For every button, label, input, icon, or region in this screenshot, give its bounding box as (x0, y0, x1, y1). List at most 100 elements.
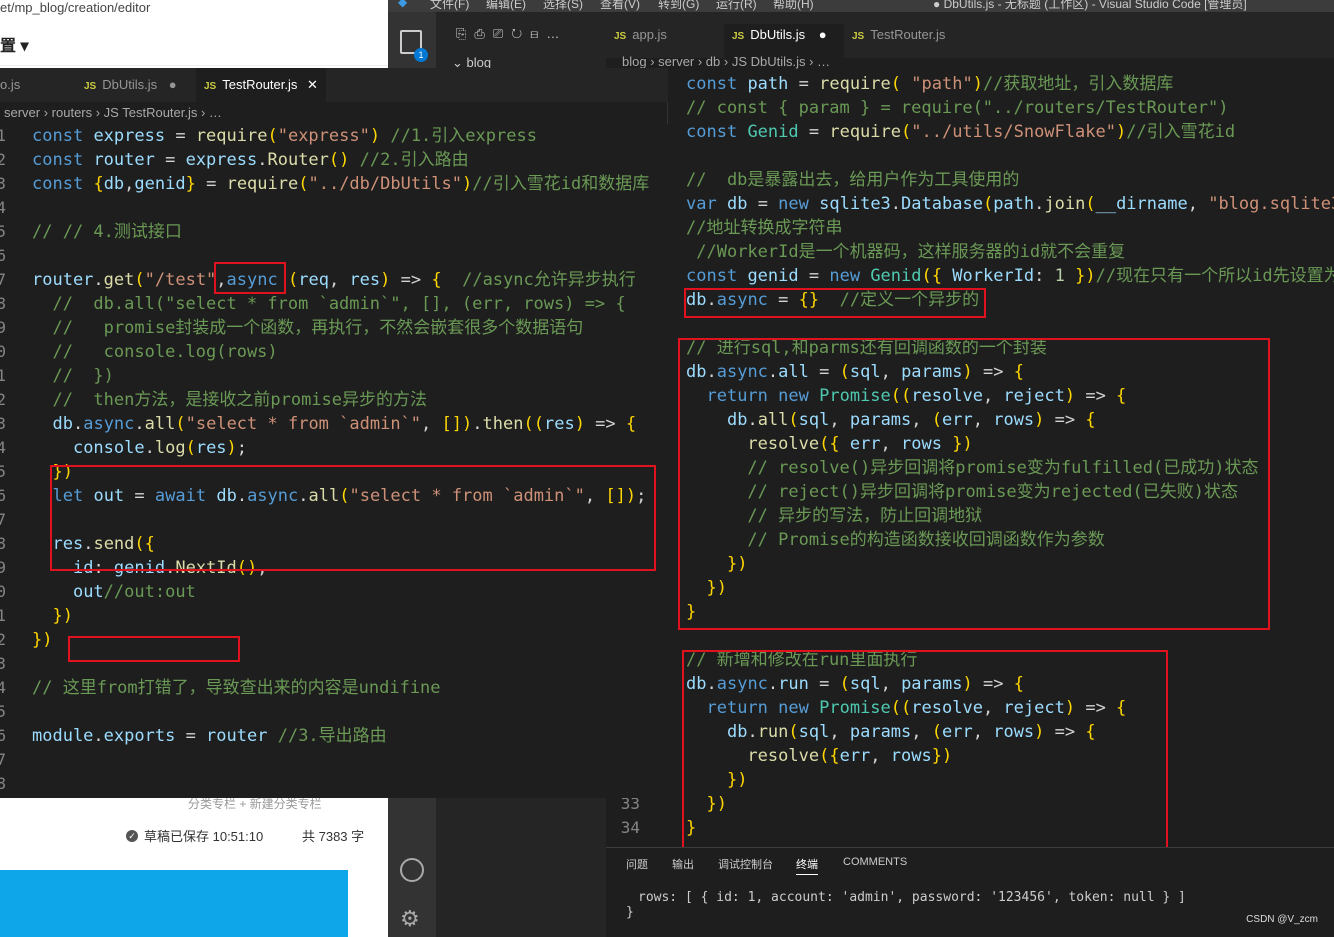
terminal-brace: } (626, 905, 634, 920)
tab-testrouter[interactable]: JS TestRouter.js (844, 24, 974, 58)
line-number: 2 (0, 630, 6, 649)
code-line: // promise封装成一个函数，再执行，不然会嵌套很多个数据语句 (52, 318, 584, 338)
js-file-icon: JS (614, 31, 627, 42)
code-line: // // 4.测试接口 (32, 222, 182, 242)
save-status-text: 草稿已保存 10:51:10 (144, 829, 264, 844)
line-number: 0 (0, 342, 6, 361)
unsaved-dot-icon[interactable]: ● (819, 27, 827, 42)
close-icon[interactable]: ✕ (307, 77, 318, 92)
vscode-window-left: o.js JS DbUtils.js ● JS TestRouter.js ✕ se… (0, 68, 668, 798)
code-line: const Genid = require("../utils/SnowFlak… (686, 122, 1236, 142)
tab-label: app.js (632, 27, 667, 42)
code-editor-left[interactable]: 1 2 3 4 5 6 7 8 9 0 1 2 3 4 5 6 7 8 9 0 1 2 3 4 5 6 7 8 const expre… (0, 124, 668, 798)
tab-appjs[interactable]: JS app.js (606, 24, 724, 58)
js-file-icon: JS (204, 81, 217, 92)
line-number: 6 (0, 486, 6, 505)
highlight-box (678, 338, 1270, 630)
line-number: 7 (0, 510, 6, 529)
tab-label: DbUtils.js (750, 27, 806, 42)
code-line: // db.all("select * from `admin`", [], (… (52, 294, 626, 314)
line-number: 1 (0, 606, 6, 625)
highlight-box (214, 262, 286, 294)
line-number: 6 (0, 246, 6, 265)
editor-tabs-left: o.js JS DbUtils.js ● JS TestRouter.js ✕ (0, 68, 668, 102)
bottom-panel: 问题 输出 调试控制台 终端 COMMENTS rows: [ { id: 1,… (606, 847, 1334, 937)
terminal-output[interactable]: rows: [ { id: 1, account: 'admin', passw… (626, 890, 1186, 920)
line-number: 8 (0, 774, 6, 793)
tab-problems[interactable]: 问题 (626, 856, 648, 872)
vscode-logo-icon: ◆ (398, 0, 408, 9)
code-line: const {db,genid} = require("../db/DbUtil… (32, 174, 650, 194)
code-line: const express = require("express") //1.引… (32, 126, 537, 146)
tab-testrouter-left[interactable]: JS TestRouter.js ✕ (196, 68, 326, 102)
line-number: 8 (0, 534, 6, 553)
line-number: 5 (0, 222, 6, 241)
line-number: 7 (0, 750, 6, 769)
line-number: 5 (0, 462, 6, 481)
tab-terminal[interactable]: 终端 (796, 856, 818, 875)
menu-edit[interactable]: 编辑(E) (486, 0, 526, 12)
tab-output[interactable]: 输出 (672, 856, 694, 872)
line-number: 1 (0, 126, 6, 145)
highlight-box (684, 288, 986, 318)
code-line: // then方法，是接收之前promise异步的方法 (52, 390, 428, 410)
line-number: 9 (0, 558, 6, 577)
code-line: //WorkerId是一个机器码，这样服务器的id就不会重复 (696, 242, 1126, 262)
editor-header[interactable]: 置 ▾ (0, 22, 388, 66)
code-line: out//out:out (72, 582, 196, 602)
code-line: const path = require( "path")//获取地址，引入数据… (686, 74, 1174, 94)
code-line: db.async.all("select * from `admin`", []… (52, 414, 637, 434)
menu-go[interactable]: 转到(G) (658, 0, 699, 12)
code-line: // db是暴露出去，给用户作为工具使用的 (686, 170, 1020, 190)
account-icon[interactable] (400, 858, 424, 882)
menu-select[interactable]: 选择(S) (543, 0, 583, 12)
menu-view[interactable]: 查看(V) (600, 0, 640, 12)
breadcrumb[interactable]: blog › server › db › JS DbUtils.js › … (606, 54, 1334, 72)
menu-bar: ◆ 文件(F) 编辑(E) 选择(S) 查看(V) 转到(G) 运行(R) 帮助… (388, 0, 1334, 12)
breadcrumb-left[interactable]: server › routers › JS TestRouter.js › … (0, 102, 668, 124)
tab-ojs[interactable]: o.js (0, 68, 70, 102)
line-number: 0 (0, 582, 6, 601)
menu-help[interactable]: 帮助(H) (773, 0, 814, 12)
address-bar[interactable]: et/mp_blog/creation/editor (0, 0, 388, 22)
code-line: module.exports = router //3.导出路由 (32, 726, 387, 746)
tab-dbutils-left[interactable]: JS DbUtils.js ● (76, 68, 196, 102)
tab-label: o.js (0, 77, 21, 92)
line-number: 9 (0, 318, 6, 337)
badge: 1 (414, 48, 428, 62)
line-number: 6 (0, 726, 6, 745)
line-number: 3 (0, 654, 6, 673)
check-circle-icon: ✓ (126, 829, 138, 842)
unsaved-dot-icon[interactable]: ● (169, 77, 177, 92)
line-number: 7 (0, 270, 6, 289)
line-number: 2 (0, 390, 6, 409)
line-number: 8 (0, 294, 6, 313)
menu-run[interactable]: 运行(R) (716, 0, 757, 12)
word-count: 共 7383 字 (302, 829, 365, 844)
gear-icon[interactable]: ⚙ (400, 906, 420, 932)
tab-comments[interactable]: COMMENTS (843, 856, 907, 868)
line-number: 2 (0, 150, 6, 169)
publish-area[interactable] (0, 870, 348, 937)
line-number: 5 (0, 702, 6, 721)
code-line: var db = new sqlite3.Database(path.join(… (686, 194, 1334, 214)
menu-file[interactable]: 文件(F) (430, 0, 469, 12)
tab-dbutils[interactable]: JS DbUtils.js ● (724, 24, 844, 58)
line-number: 4 (0, 438, 6, 457)
code-line: console.log(res); (72, 438, 248, 458)
code-line: // }) (52, 366, 114, 386)
code-editor-right[interactable]: 33 34 const path = require( "path")//获取地… (606, 72, 1334, 937)
line-number: 34 (620, 818, 640, 837)
save-status: ✓ 草稿已保存 10:51:10 (126, 826, 263, 845)
code-line: // console.log(rows) (52, 342, 278, 362)
window-title: ● DbUtils.js - 无标题 (工作区) - Visual Studio… (933, 0, 1247, 11)
watermark: CSDN @V_zcm (1246, 914, 1318, 925)
tab-debug-console[interactable]: 调试控制台 (718, 856, 773, 872)
highlight-box (68, 636, 240, 662)
js-file-icon: JS (852, 31, 865, 42)
tab-label: TestRouter.js (870, 27, 946, 42)
line-number: 3 (0, 414, 6, 433)
terminal-line: rows: [ { id: 1, account: 'admin', passw… (638, 890, 1186, 905)
code-line: const router = express.Router() //2.引入路由 (32, 150, 469, 170)
line-number: 4 (0, 198, 6, 217)
